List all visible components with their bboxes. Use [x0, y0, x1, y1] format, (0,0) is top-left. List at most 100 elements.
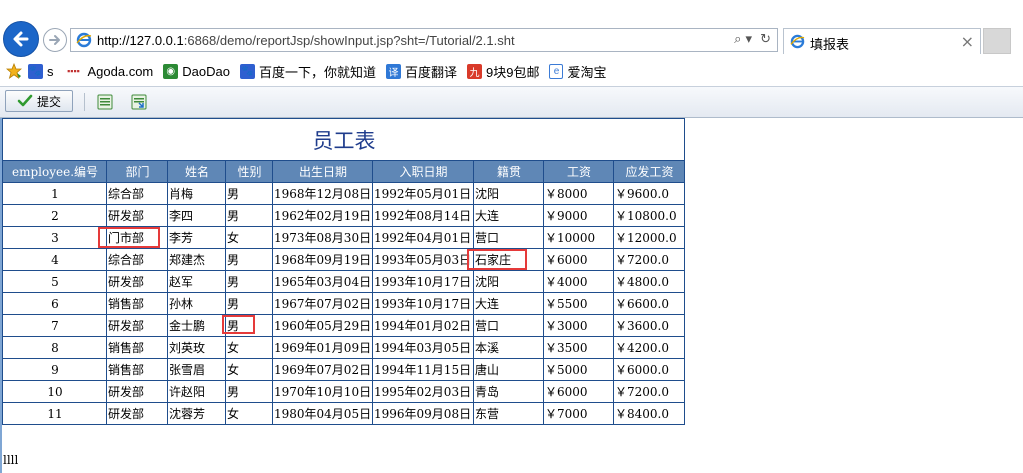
hometown-cell[interactable]: 沈阳 [473, 182, 544, 205]
name-cell[interactable]: 沈蓉芳 [167, 402, 226, 425]
salary-cell[interactable]: ￥3000 [543, 314, 614, 337]
salary-cell[interactable]: ￥9000 [543, 204, 614, 227]
salary-cell[interactable]: ￥6000 [543, 380, 614, 403]
employee-id-cell[interactable]: 6 [2, 292, 107, 315]
hometown-cell[interactable]: 大连 [473, 204, 544, 227]
hometown-cell[interactable]: 营口 [473, 226, 544, 249]
close-icon[interactable]: × [961, 32, 974, 51]
birth-date-cell[interactable]: 1970年10月10日 [272, 380, 373, 403]
new-tab-button[interactable] [983, 28, 1011, 54]
gender-cell[interactable]: 男 [225, 270, 273, 293]
name-cell[interactable]: 肖梅 [167, 182, 226, 205]
gross-pay-cell[interactable]: ￥8400.0 [612, 402, 686, 425]
browser-tab[interactable]: 填报表 × [783, 28, 981, 54]
name-cell[interactable]: 赵军 [167, 270, 226, 293]
hometown-cell[interactable]: 营口 [473, 314, 544, 337]
name-cell[interactable]: 孙林 [167, 292, 226, 315]
birth-date-cell[interactable]: 1980年04月05日 [272, 402, 373, 425]
employee-id-cell[interactable]: 2 [2, 204, 107, 227]
gender-cell[interactable]: 男 [225, 248, 273, 271]
salary-cell[interactable]: ￥3500 [543, 336, 614, 359]
department-cell[interactable]: 研发部 [106, 204, 168, 227]
hometown-cell[interactable]: 青岛 [473, 380, 544, 403]
birth-date-cell[interactable]: 1962年02月19日 [272, 204, 373, 227]
salary-cell[interactable]: ￥5500 [543, 292, 614, 315]
hometown-cell[interactable]: 唐山 [473, 358, 544, 381]
gender-cell[interactable]: 女 [225, 226, 273, 249]
hire-date-cell[interactable]: 1995年02月03日 [372, 380, 474, 403]
gender-cell[interactable]: 女 [225, 358, 273, 381]
import-excel-icon[interactable] [131, 94, 147, 110]
hometown-cell[interactable]: 东营 [473, 402, 544, 425]
salary-cell[interactable]: ￥6000 [543, 248, 614, 271]
address-bar[interactable]: http://127.0.0.1:6868/demo/reportJsp/sho… [70, 28, 778, 52]
gross-pay-cell[interactable]: ￥4800.0 [612, 270, 686, 293]
employee-id-cell[interactable]: 3 [2, 226, 107, 249]
favorite-item[interactable]: 译 百度翻译 [385, 62, 457, 81]
favorite-item[interactable]: ◉ DaoDao [163, 63, 230, 79]
salary-cell[interactable]: ￥7000 [543, 402, 614, 425]
hometown-cell[interactable]: 沈阳 [473, 270, 544, 293]
department-cell[interactable]: 销售部 [106, 358, 168, 381]
salary-cell[interactable]: ￥4000 [543, 270, 614, 293]
search-dropdown-icon[interactable]: ⌕ ▾ [734, 32, 752, 47]
gender-cell[interactable]: 女 [225, 336, 273, 359]
submit-button[interactable]: 提交 [5, 90, 73, 112]
salary-cell[interactable]: ￥10000 [543, 226, 614, 249]
favorite-item[interactable]: 🐾 s [28, 63, 54, 79]
name-cell[interactable]: 李四 [167, 204, 226, 227]
name-cell[interactable]: 许赵阳 [167, 380, 226, 403]
hire-date-cell[interactable]: 1992年08月14日 [372, 204, 474, 227]
name-cell[interactable]: 金士鹏 [167, 314, 226, 337]
export-excel-icon[interactable] [97, 94, 113, 110]
add-favorite-star[interactable] [6, 63, 22, 79]
gross-pay-cell[interactable]: ￥6000.0 [612, 358, 686, 381]
salary-cell[interactable]: ￥8000 [543, 182, 614, 205]
employee-id-cell[interactable]: 7 [2, 314, 107, 337]
favorite-item[interactable]: ▪▪▪▪ Agoda.com [64, 64, 153, 79]
favorite-item[interactable]: e 爱淘宝 [549, 62, 606, 81]
favorite-item[interactable]: 🐾 百度一下，你就知道 [239, 62, 376, 81]
department-cell[interactable]: 销售部 [106, 336, 168, 359]
name-cell[interactable]: 李芳 [167, 226, 226, 249]
hire-date-cell[interactable]: 1996年09月08日 [372, 402, 474, 425]
gross-pay-cell[interactable]: ￥9600.0 [612, 182, 686, 205]
hometown-cell[interactable]: 大连 [473, 292, 544, 315]
forward-button[interactable] [43, 28, 67, 52]
gross-pay-cell[interactable]: ￥12000.0 [612, 226, 686, 249]
gender-cell[interactable]: 女 [225, 402, 273, 425]
gross-pay-cell[interactable]: ￥4200.0 [612, 336, 686, 359]
hire-date-cell[interactable]: 1994年03月05日 [372, 336, 474, 359]
hire-date-cell[interactable]: 1993年10月17日 [372, 292, 474, 315]
employee-id-cell[interactable]: 5 [2, 270, 107, 293]
birth-date-cell[interactable]: 1968年09月19日 [272, 248, 373, 271]
gross-pay-cell[interactable]: ￥3600.0 [612, 314, 686, 337]
employee-id-cell[interactable]: 10 [2, 380, 107, 403]
department-cell[interactable]: 研发部 [106, 270, 168, 293]
gender-cell[interactable]: 男 [225, 292, 273, 315]
hire-date-cell[interactable]: 1992年05月01日 [372, 182, 474, 205]
employee-id-cell[interactable]: 8 [2, 336, 107, 359]
hire-date-cell[interactable]: 1994年11月15日 [372, 358, 474, 381]
employee-id-cell[interactable]: 4 [2, 248, 107, 271]
name-cell[interactable]: 郑建杰 [167, 248, 226, 271]
gender-cell[interactable]: 男 [225, 204, 273, 227]
birth-date-cell[interactable]: 1965年03月04日 [272, 270, 373, 293]
employee-id-cell[interactable]: 11 [2, 402, 107, 425]
birth-date-cell[interactable]: 1973年08月30日 [272, 226, 373, 249]
employee-id-cell[interactable]: 1 [2, 182, 107, 205]
department-cell[interactable]: 研发部 [106, 380, 168, 403]
hire-date-cell[interactable]: 1992年04月01日 [372, 226, 474, 249]
department-cell[interactable]: 综合部 [106, 182, 168, 205]
hire-date-cell[interactable]: 1993年10月17日 [372, 270, 474, 293]
hire-date-cell[interactable]: 1994年01月02日 [372, 314, 474, 337]
gross-pay-cell[interactable]: ￥7200.0 [612, 248, 686, 271]
birth-date-cell[interactable]: 1969年07月02日 [272, 358, 373, 381]
gross-pay-cell[interactable]: ￥6600.0 [612, 292, 686, 315]
birth-date-cell[interactable]: 1969年01月09日 [272, 336, 373, 359]
department-cell[interactable]: 销售部 [106, 292, 168, 315]
birth-date-cell[interactable]: 1960年05月29日 [272, 314, 373, 337]
salary-cell[interactable]: ￥5000 [543, 358, 614, 381]
favorite-item[interactable]: 九 9块9包邮 [467, 62, 539, 81]
employee-id-cell[interactable]: 9 [2, 358, 107, 381]
